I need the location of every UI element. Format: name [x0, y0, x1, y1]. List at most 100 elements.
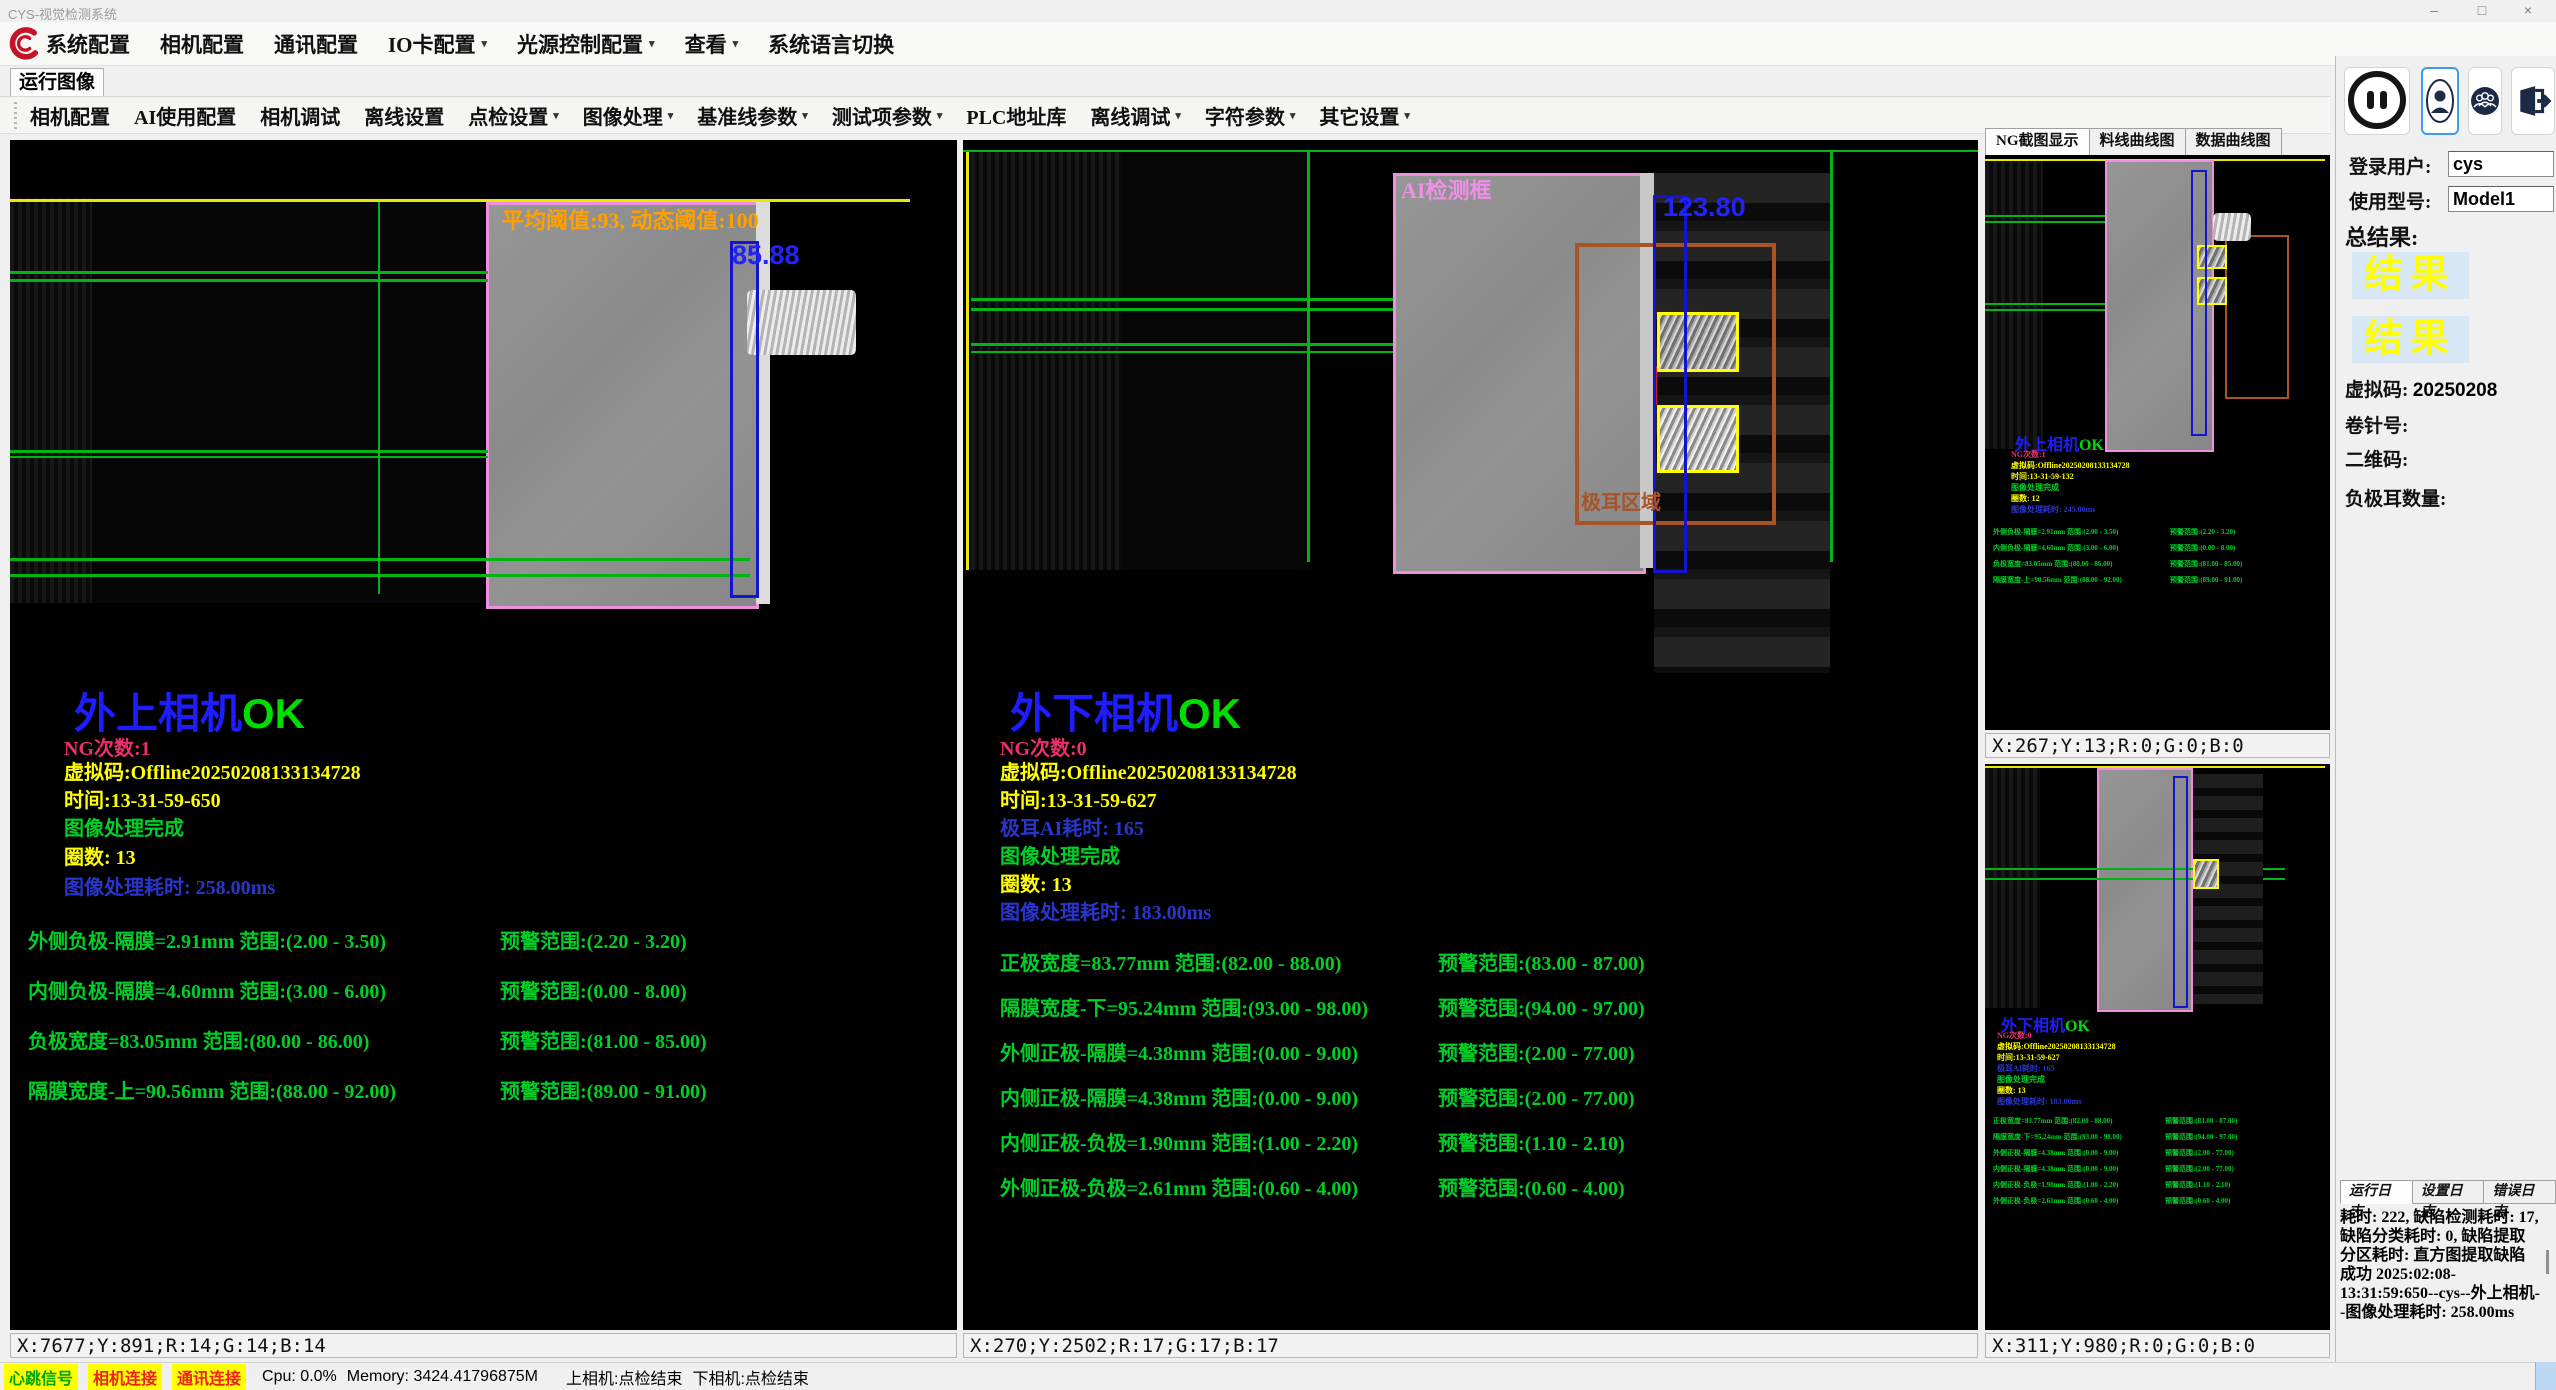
blue-measure-box: [730, 241, 759, 598]
measurement-text: 内侧负极-隔膜=4.60mm 范围:(3.00 - 6.00): [28, 981, 386, 1004]
tab-ng-screenshot[interactable]: NG截图显示: [1985, 128, 2090, 156]
info-line: 虚拟码:Offline20250208133134728: [64, 762, 361, 785]
measurement-text: 外侧正极-隔膜=4.38mm 范围:(0.00 - 9.00): [1000, 1043, 1358, 1066]
tool-char-params[interactable]: 字符参数▾: [1205, 101, 1296, 130]
green-border-vline: [1307, 150, 1310, 562]
info-line: 圈数: 13: [1000, 874, 1072, 897]
measurement-text: 隔膜宽度-下=95.24mm 范围:(93.00 - 98.00): [1000, 998, 1368, 1021]
tab-run-log[interactable]: 运行日志: [2340, 1180, 2413, 1204]
measurement-text: 内侧正极-负极=1.90mm 范围:(1.00 - 2.20): [1993, 1180, 2118, 1190]
tool-image-process[interactable]: 图像处理▾: [583, 101, 674, 130]
toolbar: 相机配置 AI使用配置 相机调试 离线设置 点检设置▾ 图像处理▾ 基准线参数▾…: [0, 96, 2330, 134]
measurement-warn: 预警范围:(81.00 - 85.00): [500, 1031, 707, 1054]
users-button[interactable]: [2468, 67, 2502, 135]
tool-offline-setting[interactable]: 离线设置: [364, 101, 444, 130]
measurement-warn: 预警范围:(83.00 - 87.00): [2165, 1116, 2237, 1126]
tab-material-curve[interactable]: 料线曲线图: [2090, 128, 2186, 156]
log-scrollbar[interactable]: [2546, 1250, 2549, 1274]
measurement-warn: 预警范围:(94.00 - 97.00): [2165, 1132, 2237, 1142]
tab-data-curve[interactable]: 数据曲线图: [2186, 128, 2282, 156]
blue-measure-box: [2173, 776, 2188, 1008]
minimize-button[interactable]: –: [2412, 0, 2456, 22]
camera-title: 外下相机OK: [1010, 690, 1241, 739]
measurement-warn: 预警范围:(0.00 - 8.00): [500, 981, 687, 1004]
measurement-text: 隔膜宽度-上=90.56mm 范围:(88.00 - 92.00): [1993, 575, 2122, 585]
measurement-warn: 预警范围:(2.00 - 77.00): [1438, 1088, 1635, 1111]
app-logo-icon: [4, 25, 42, 63]
menu-language-switch[interactable]: 系统语言切换: [768, 29, 894, 59]
measurement-text: 内侧负极-隔膜=4.60mm 范围:(3.00 - 6.00): [1993, 543, 2118, 553]
tool-label: 离线调试: [1090, 101, 1170, 130]
info-line: 极耳AI耗时: 165: [1000, 818, 1144, 841]
measurement-warn: 预警范围:(2.20 - 3.20): [2170, 527, 2235, 537]
info-line: 图像处理完成: [1997, 1074, 2045, 1085]
menu-view[interactable]: 查看▾: [685, 29, 739, 59]
yellow-reference-line: [10, 199, 910, 202]
info-line: 图像处理耗时: 183.00ms: [1000, 902, 1211, 925]
tool-offline-debug[interactable]: 离线调试▾: [1090, 101, 1181, 130]
tool-camera-config[interactable]: 相机配置: [30, 101, 110, 130]
tool-ai-use-config[interactable]: AI使用配置: [134, 101, 236, 130]
menu-label: IO卡配置: [388, 29, 476, 59]
tool-baseline-params[interactable]: 基准线参数▾: [697, 101, 808, 130]
ng-thumbnail-1[interactable]: 外上相机OK NG次数:1 虚拟码:Offline202502081331347…: [1985, 155, 2330, 730]
camera-link-badge: 相机连接: [88, 1364, 162, 1390]
exit-icon: [2515, 83, 2551, 119]
ng-thumbnail-2[interactable]: 外下相机OK NG次数:0 虚拟码:Offline202502081331347…: [1985, 764, 2330, 1330]
close-button[interactable]: ×: [2506, 0, 2550, 22]
menu-light-control-config[interactable]: 光源控制配置▾: [517, 29, 655, 59]
measurement-warn: 预警范围:(1.10 - 2.10): [1438, 1133, 1625, 1156]
login-user-input[interactable]: [2448, 151, 2554, 177]
tool-spot-check-setting[interactable]: 点检设置▾: [468, 101, 559, 130]
tab-error-log[interactable]: 错误日志: [2484, 1180, 2556, 1204]
tool-camera-debug[interactable]: 相机调试: [260, 101, 340, 130]
model-input[interactable]: [2448, 186, 2554, 212]
measurement-warn: 预警范围:(0.60 - 4.00): [1438, 1178, 1625, 1201]
lower-camera-coords: X:270;Y:2502;R:17;G:17;B:17: [963, 1333, 1978, 1358]
machine-texture: [1985, 161, 2043, 449]
camera-title: 外上相机OK: [74, 690, 305, 739]
total-result-label: 总结果:: [2345, 225, 2418, 250]
fin-texture: [2193, 774, 2263, 1004]
ng-count: NG次数:1: [2011, 449, 2046, 460]
tool-label: 相机配置: [30, 101, 110, 130]
upper-camera-view[interactable]: 平均阈值:93, 动态阈值:100 85.88 外上相机OK NG次数:1 虚拟…: [10, 140, 957, 1330]
pause-button[interactable]: [2344, 67, 2410, 135]
machine-texture: [971, 150, 1121, 570]
chevron-down-icon: ▾: [482, 37, 488, 50]
login-user-label: 登录用户:: [2349, 157, 2431, 179]
upper-camera-status: 上相机:点检结束: [566, 1365, 682, 1389]
tab-metal-blob: [747, 290, 856, 355]
upper-camera-coords: X:7677;Y:891;R:14;G:14;B:14: [10, 1333, 957, 1358]
info-line: 时间:13-31-59-627: [1000, 790, 1157, 813]
menu-io-card-config[interactable]: IO卡配置 ▾: [388, 29, 487, 59]
ng-count: NG次数:0: [1997, 1030, 2032, 1041]
user-button[interactable]: [2421, 67, 2459, 135]
menu-camera-config[interactable]: 相机配置: [160, 29, 244, 59]
chevron-down-icon: ▾: [1290, 109, 1296, 122]
measurement-warn: 预警范围:(94.00 - 97.00): [1438, 998, 1645, 1021]
exit-button[interactable]: [2511, 67, 2555, 135]
green-measure-line: [1985, 215, 2105, 217]
green-measure-line: [1985, 221, 2105, 223]
tab-run-image[interactable]: 运行图像: [10, 68, 104, 97]
menu-system-config[interactable]: 系统配置: [46, 29, 130, 59]
green-measure-line: [10, 450, 488, 453]
camera-result: OK: [2079, 437, 2104, 454]
tool-other-settings[interactable]: 其它设置▾: [1319, 101, 1410, 130]
run-log-text: 耗时: 222, 缺陷检测耗时: 17, 缺陷分类耗时: 0, 缺陷提取分区耗时…: [2340, 1208, 2540, 1358]
menu-comm-config[interactable]: 通讯配置: [274, 29, 358, 59]
tab-metal-blob: [2213, 213, 2251, 241]
tool-test-item-params[interactable]: 测试项参数▾: [832, 101, 943, 130]
lower-camera-view[interactable]: AI检测框 123.80 极耳区域 外下相机OK NG次数:0 虚拟码:Offl…: [963, 140, 1978, 1330]
qr-code-label: 二维码:: [2345, 450, 2408, 472]
measurement-text: 外侧负极-隔膜=2.91mm 范围:(2.00 - 3.50): [1993, 527, 2118, 537]
green-measure-line: [1985, 309, 2105, 311]
negative-tab-count-label: 负极耳数量:: [2345, 489, 2446, 511]
tool-plc-address-lib[interactable]: PLC地址库: [966, 101, 1066, 130]
virtual-code-label: 虚拟码:: [2345, 380, 2408, 401]
maximize-button[interactable]: □: [2460, 0, 2504, 22]
tab-setting-log[interactable]: 设置日志: [2413, 1180, 2485, 1204]
tab-region-label: 极耳区域: [1581, 492, 1661, 515]
measurement-warn: 预警范围:(2.20 - 3.20): [500, 931, 687, 954]
